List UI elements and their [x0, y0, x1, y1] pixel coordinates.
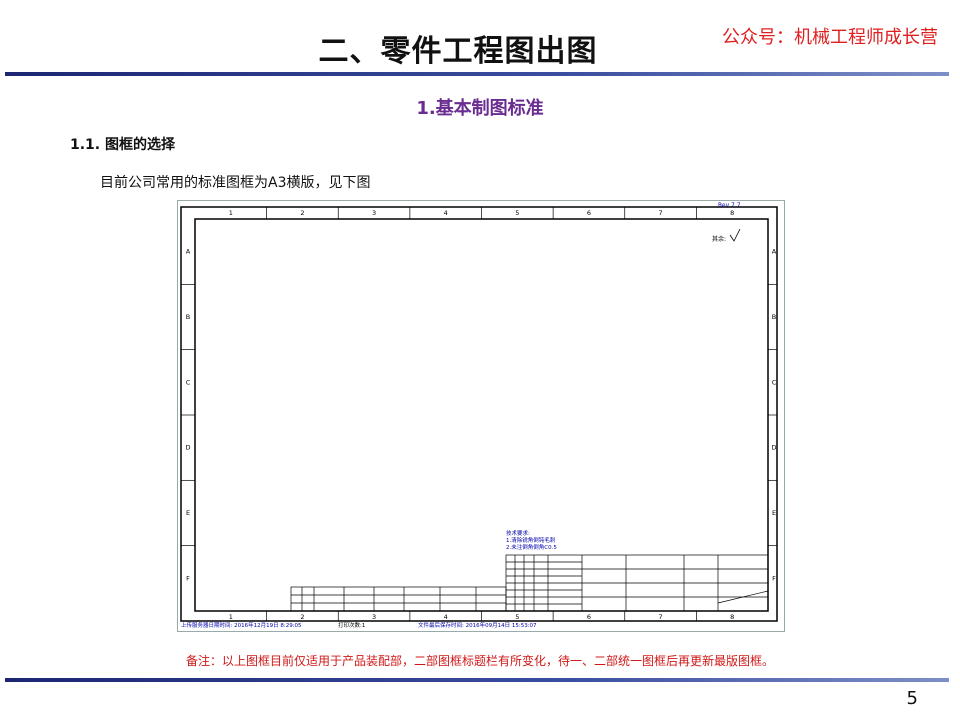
footer-upload-time: 上传服务器日期时间: 2016年12月19日 8:29:05	[181, 621, 302, 629]
title-block	[505, 554, 769, 612]
row-zone-label: F	[772, 574, 776, 582]
column-zone-label: 8	[730, 613, 734, 621]
column-zone-label: 3	[372, 613, 376, 621]
column-zone-label: 7	[658, 613, 662, 621]
column-zone-label: 5	[515, 209, 519, 217]
row-zone-label: C	[186, 378, 191, 386]
column-zone-label: 4	[444, 613, 448, 621]
revision-label: Rev 7.7	[718, 202, 741, 209]
footer-save-time: 文件最后保存时间: 2016年09月14日 15:53:07	[418, 621, 537, 629]
subsection-heading: 1.1. 图框的选择	[70, 137, 175, 153]
row-zone-label: A	[772, 248, 777, 256]
row-zone-label: B	[772, 313, 776, 321]
surface-finish-icon	[729, 228, 741, 242]
row-zone-label: E	[186, 509, 190, 517]
column-zone-label: 1	[229, 209, 233, 217]
row-zone-label: F	[186, 574, 190, 582]
brand-label: 公众号：机械工程师成长营	[722, 27, 938, 48]
tech-req-line: 技术要求:	[506, 529, 530, 537]
inner-border	[194, 218, 769, 612]
column-zone-label: 6	[587, 613, 591, 621]
section-title: 1.基本制图标准	[416, 98, 544, 119]
grid-labels: 1 1 2 2 3 3 4 4 5 5 6 6 7 7 8 8 A A B B C C D D E E F F	[185, 209, 776, 621]
column-zone-label: 1	[229, 613, 233, 621]
outer-border	[180, 206, 778, 622]
revision-block	[290, 586, 507, 612]
drawing-svg: 1 1 2 2 3 3 4 4 5 5 6 6 7 7 8 8 A A B B C C D D E E F F Rev 7.7 其余:…	[180, 202, 778, 629]
tech-req-line: 2.未注倒角倒角C0.5	[506, 543, 557, 551]
column-zone-label: 7	[658, 209, 662, 217]
row-zone-label: D	[771, 444, 776, 452]
column-zone-label: 5	[515, 613, 519, 621]
column-zone-label: 4	[444, 209, 448, 217]
footnote: 备注：以上图框目前仅适用于产品装配部，二部图框标题栏有所变化，待一、二部统一图框…	[185, 654, 774, 668]
bottom-divider	[5, 678, 949, 682]
row-zone-label: C	[772, 378, 777, 386]
row-zone-label: D	[185, 444, 190, 452]
footer-print-count: 打印次数:1	[338, 621, 365, 629]
zone-ticks	[181, 207, 777, 621]
top-divider	[5, 72, 949, 76]
page-number: 5	[906, 688, 918, 709]
description-text: 目前公司常用的标准图框为A3横版，见下图	[100, 175, 371, 191]
column-zone-label: 8	[730, 209, 734, 217]
tech-req-line: 1.清除锐角倒钝毛刺	[506, 536, 556, 544]
surface-finish-label: 其余:	[712, 235, 726, 243]
column-zone-label: 2	[300, 209, 304, 217]
row-zone-label: E	[772, 509, 776, 517]
column-zone-label: 2	[300, 613, 304, 621]
column-zone-label: 6	[587, 209, 591, 217]
row-zone-label: B	[186, 313, 190, 321]
column-zone-label: 3	[372, 209, 376, 217]
row-zone-label: A	[186, 248, 191, 256]
a3-drawing-frame: 1 1 2 2 3 3 4 4 5 5 6 6 7 7 8 8 A A B B C C D D E E F F Rev 7.7 其余:…	[177, 200, 785, 632]
